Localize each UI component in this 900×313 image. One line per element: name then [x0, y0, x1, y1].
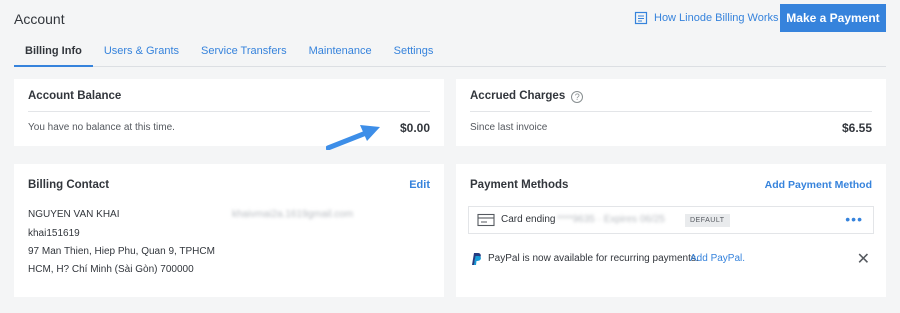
- accrued-charges-title-label: Accrued Charges: [470, 90, 566, 102]
- account-tabs: Billing Info Users & Grants Service Tran…: [14, 40, 886, 67]
- annotation-arrow-icon: [326, 125, 380, 150]
- default-badge: DEFAULT: [685, 214, 730, 227]
- accrued-charges-card: Accrued Charges? Since last invoice $6.5…: [456, 79, 886, 146]
- accrued-charges-label: Since last invoice: [470, 122, 548, 133]
- tab-settings[interactable]: Settings: [383, 40, 445, 67]
- tab-billing-info[interactable]: Billing Info: [14, 40, 93, 67]
- accrued-charges-title: Accrued Charges?: [470, 90, 584, 103]
- billing-docs-link[interactable]: How Linode Billing Works: [634, 11, 779, 25]
- divider: [28, 111, 430, 112]
- credit-card-icon: [477, 213, 495, 227]
- payment-methods-title: Payment Methods: [470, 179, 569, 191]
- add-paypal-link[interactable]: Add PayPal.: [690, 253, 745, 264]
- tab-maintenance[interactable]: Maintenance: [298, 40, 383, 67]
- more-horizontal-icon[interactable]: •••: [845, 211, 863, 227]
- document-icon: [634, 11, 648, 25]
- close-icon[interactable]: ✕: [857, 249, 870, 269]
- contact-username: khai151619: [28, 228, 80, 239]
- make-payment-button[interactable]: Make a Payment: [780, 4, 886, 32]
- divider: [470, 111, 872, 112]
- contact-address-line2: HCM, H? Chí Minh (Sài Gòn) 700000: [28, 264, 194, 275]
- question-circle-icon[interactable]: ?: [571, 91, 584, 103]
- contact-address-line1: 97 Man Thien, Hiep Phu, Quan 9, TPHCM: [28, 246, 215, 257]
- billing-contact-card: Billing Contact Edit NGUYEN VAN KHAI kha…: [14, 164, 444, 297]
- balance-message: You have no balance at this time.: [28, 122, 175, 133]
- add-payment-method-link[interactable]: Add Payment Method: [765, 179, 872, 191]
- paypal-icon: [472, 253, 481, 265]
- contact-email-redacted: khaivmai2a.1619gmail.com: [232, 209, 354, 220]
- paypal-message: PayPal is now available for recurring pa…: [488, 253, 699, 264]
- page-title: Account: [14, 11, 65, 27]
- accrued-charges-amount: $6.55: [841, 121, 872, 135]
- card-number-redacted: ****9635 · Expires 06/25: [557, 214, 665, 225]
- balance-amount: $0.00: [399, 121, 430, 135]
- account-balance-title: Account Balance: [28, 90, 122, 102]
- tab-service-transfers[interactable]: Service Transfers: [190, 40, 298, 67]
- billing-contact-title: Billing Contact: [28, 179, 110, 191]
- tab-users-grants[interactable]: Users & Grants: [93, 40, 190, 67]
- billing-docs-link-label[interactable]: How Linode Billing Works: [654, 12, 779, 24]
- card-ending-label: Card ending: [501, 214, 556, 225]
- page-header: Account How Linode Billing Works Make a …: [14, 0, 886, 40]
- edit-contact-link[interactable]: Edit: [409, 179, 430, 191]
- payment-methods-card: Payment Methods Add Payment Method Card …: [456, 164, 886, 297]
- payment-method-row: Card ending ****9635 · Expires 06/25 DEF…: [468, 206, 874, 234]
- contact-name: NGUYEN VAN KHAI: [28, 209, 120, 220]
